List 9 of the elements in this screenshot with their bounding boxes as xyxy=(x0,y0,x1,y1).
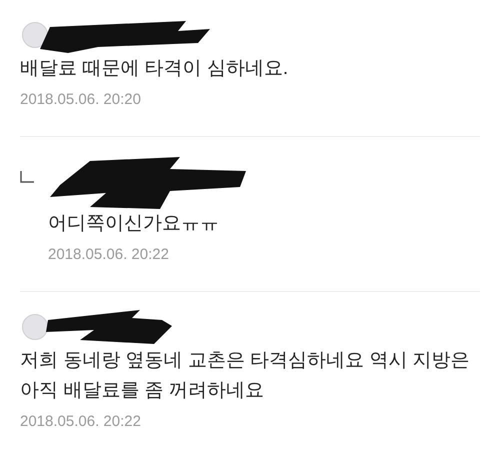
reply-text: 어디쪽이신가요ㅠㅠ xyxy=(48,212,220,236)
comment-text: 저희 동네랑 옆동네 교촌은 타격심하네요 역시 지방은 아직 배달료를 좀 꺼려하네요 xyxy=(20,349,471,403)
reply-corner-icon xyxy=(20,171,34,183)
avatar xyxy=(22,314,48,340)
timestamp: 2018.05.06. 20:22 xyxy=(20,412,142,432)
comment-text: 배달료 때문에 타격이 심하네요. xyxy=(20,57,290,81)
avatar xyxy=(22,22,48,48)
timestamp: 2018.05.06. 20:22 xyxy=(48,245,170,265)
timestamp: 2018.05.06. 20:20 xyxy=(20,90,142,110)
